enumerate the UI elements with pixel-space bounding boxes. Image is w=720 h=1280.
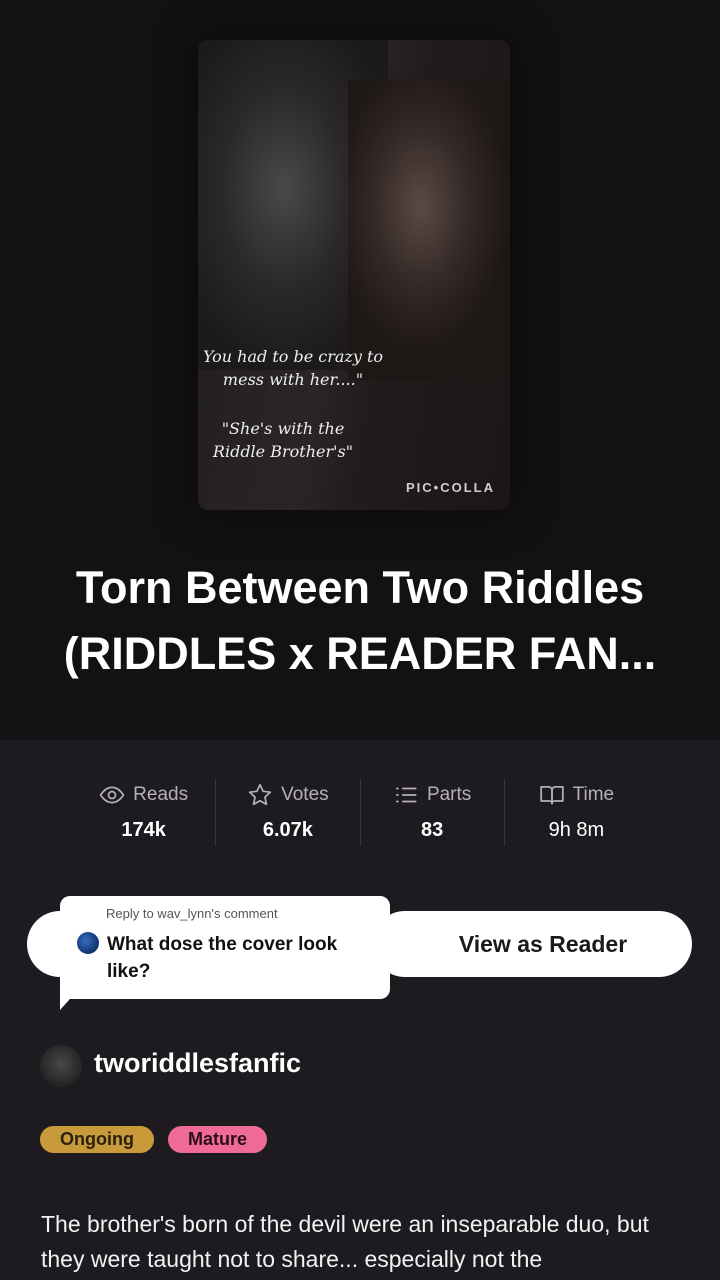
view-as-reader-button[interactable]: View as Reader — [372, 911, 692, 977]
reply-comment-text: What dose the cover look like? — [107, 934, 338, 982]
stat-reads: Reads 174k — [72, 780, 217, 846]
star-icon — [248, 783, 272, 806]
story-tags: Ongoing Mature — [40, 1126, 267, 1153]
author-name[interactable]: tworiddlesfanfic — [94, 1048, 301, 1079]
stat-label: Parts — [426, 784, 472, 805]
book-icon — [539, 786, 564, 805]
status-badge-mature[interactable]: Mature — [167, 1126, 267, 1153]
list-icon — [395, 787, 417, 803]
stat-value: 83 — [421, 819, 444, 841]
avatar[interactable] — [40, 1045, 82, 1087]
reply-bubble-tail — [60, 990, 78, 1010]
story-title: Torn Between Two Riddles (RIDDLES x READ… — [63, 562, 657, 679]
hero-section: You had to be crazy to mess with her....… — [0, 0, 720, 740]
stat-parts: Parts 83 — [361, 780, 505, 846]
story-description[interactable]: The brother's born of the devil were an … — [41, 1207, 691, 1277]
cover-figure-right — [348, 80, 510, 380]
stat-label: Reads — [133, 784, 189, 805]
stat-value: 174k — [121, 819, 166, 841]
eye-icon — [99, 786, 125, 804]
status-badge-ongoing[interactable]: Ongoing — [40, 1126, 154, 1153]
reply-to-label: Reply to wav_lynn's comment — [106, 906, 278, 921]
stat-value: 6.07k — [262, 819, 313, 841]
cover-quote-1: You had to be crazy to mess with her....… — [202, 347, 384, 389]
story-cover[interactable]: You had to be crazy to mess with her....… — [198, 40, 510, 510]
commenter-avatar — [77, 932, 99, 954]
stat-time: Time 9h 8m — [505, 780, 648, 846]
cover-watermark: PIC•COLLA — [406, 480, 495, 495]
stat-label: Time — [572, 784, 615, 805]
story-stats: Reads 174k Votes 6.07k Parts 83 Time 9h … — [72, 780, 648, 846]
stat-votes: Votes 6.07k — [216, 780, 361, 846]
stat-label: Votes — [281, 784, 329, 805]
stat-value: 9h 8m — [548, 819, 605, 841]
cover-quote-2: "She's with the Riddle Brother's" — [212, 419, 354, 461]
reply-comment-overlay: Reply to wav_lynn's comment What dose th… — [60, 896, 390, 999]
